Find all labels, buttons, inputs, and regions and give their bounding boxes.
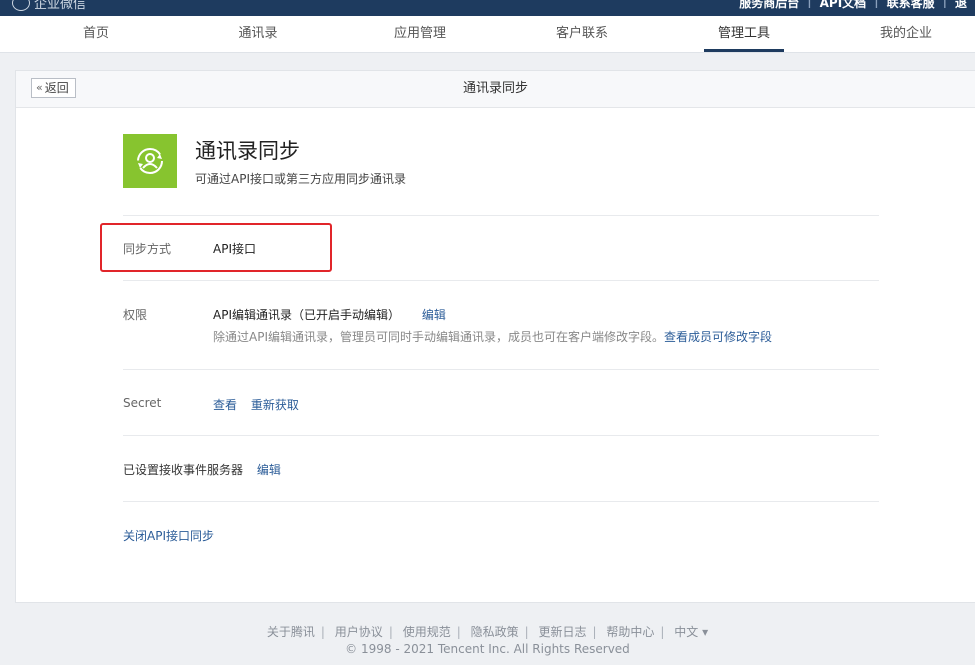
footer-link-changelog[interactable]: 更新日志 — [538, 625, 586, 639]
contact-sync-icon — [123, 134, 177, 188]
footer-link-help[interactable]: 帮助中心 — [606, 625, 654, 639]
content-panel: « 返回 通讯录同步 通讯录同步 可通过API接口或第三方应用同步通讯录 同步方… — [15, 70, 975, 603]
top-link-logout[interactable]: 退 — [947, 0, 975, 11]
event-server-edit-link[interactable]: 编辑 — [257, 463, 281, 477]
nav-contacts[interactable]: 通讯录 — [212, 16, 304, 52]
nav-home[interactable]: 首页 — [50, 16, 142, 52]
nav-management-tools[interactable]: 管理工具 — [704, 16, 784, 52]
divider — [123, 215, 879, 216]
footer-links: 关于腾讯 | 用户协议 | 使用规范 | 隐私政策 | 更新日志 | 帮助中心 | 中文 ▾ — [266, 625, 709, 639]
top-link-contact-support[interactable]: 联系客服 — [879, 0, 943, 11]
permission-value: API编辑通讯录（已开启手动编辑） 编辑 — [213, 306, 446, 323]
secret-label: Secret — [123, 396, 162, 410]
top-link-service-admin[interactable]: 服务商后台 — [731, 0, 807, 11]
nav-app-management[interactable]: 应用管理 — [374, 16, 466, 52]
brand-name: 企业微信 — [34, 0, 87, 12]
footer-link-about[interactable]: 关于腾讯 — [267, 625, 315, 639]
app-title: 通讯录同步 — [195, 139, 300, 163]
top-links: 服务商后台 | API文档 | 联系客服 | 退 — [731, 0, 975, 11]
secret-view-link[interactable]: 查看 — [213, 398, 237, 412]
panel-title: 通讯录同步 — [462, 81, 528, 96]
permission-hint-text: 除通过API编辑通讯录，管理员可同时手动编辑通讯录，成员也可在客户端修改字段。 — [213, 330, 664, 344]
event-server-row: 已设置接收事件服务器 编辑 — [123, 461, 281, 478]
language-select[interactable]: 中文 ▾ — [674, 625, 708, 639]
divider — [123, 501, 879, 502]
wework-logo-icon — [12, 0, 30, 11]
permission-text: API编辑通讯录（已开启手动编辑） — [213, 308, 400, 322]
nav-customer-contact[interactable]: 客户联系 — [536, 16, 628, 52]
footer-link-user-agreement[interactable]: 用户协议 — [335, 625, 383, 639]
secret-refresh-link[interactable]: 重新获取 — [251, 398, 299, 412]
divider — [123, 435, 879, 436]
secret-actions: 查看 重新获取 — [213, 396, 299, 413]
panel-header: « 返回 通讯录同步 — [16, 71, 975, 108]
permission-edit-link[interactable]: 编辑 — [422, 308, 446, 322]
event-server-label: 已设置接收事件服务器 — [123, 463, 244, 477]
highlight-box — [100, 223, 332, 272]
main-nav: 首页 通讯录 应用管理 客户联系 管理工具 我的企业 — [0, 16, 975, 53]
permission-label: 权限 — [123, 308, 148, 322]
app-description: 可通过API接口或第三方应用同步通讯录 — [195, 172, 406, 186]
brand[interactable]: 企业微信 — [12, 0, 86, 12]
close-api-sync-link[interactable]: 关闭API接口同步 — [123, 527, 214, 544]
divider — [123, 280, 879, 281]
top-bar: 企业微信 服务商后台 | API文档 | 联系客服 | 退 — [0, 0, 975, 16]
divider — [123, 369, 879, 370]
footer-link-privacy[interactable]: 隐私政策 — [471, 625, 519, 639]
footer-link-usage-rules[interactable]: 使用规范 — [403, 625, 451, 639]
copyright: © 1998 - 2021 Tencent Inc. All Rights Re… — [345, 642, 630, 656]
nav-my-enterprise[interactable]: 我的企业 — [860, 16, 952, 52]
top-link-api-docs[interactable]: API文档 — [812, 0, 875, 11]
permission-hint: 除通过API编辑通讯录，管理员可同时手动编辑通讯录，成员也可在客户端修改字段。查… — [213, 328, 772, 345]
editable-fields-link[interactable]: 查看成员可修改字段 — [664, 330, 772, 344]
